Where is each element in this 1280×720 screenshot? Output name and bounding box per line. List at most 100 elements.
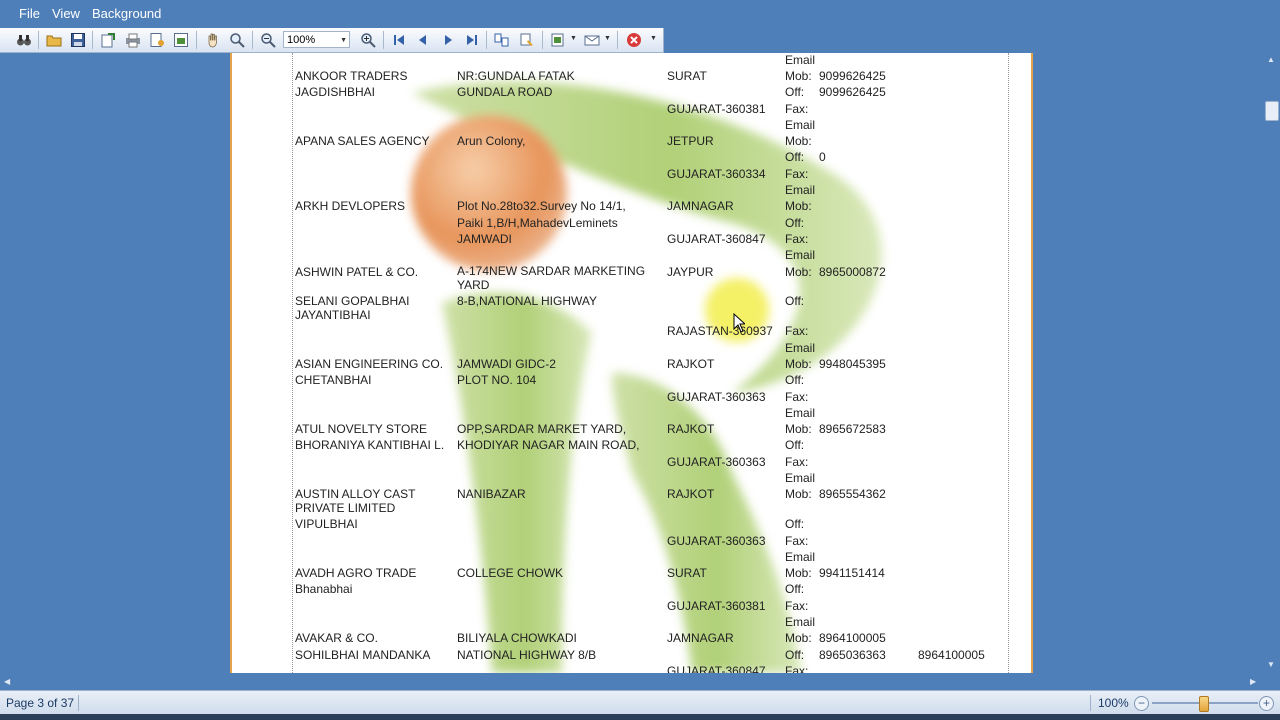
mob-value: 8965000872 <box>819 265 886 279</box>
vertical-scrollbar[interactable]: ▲ ▼ <box>1262 53 1280 673</box>
mob-label: Mob: <box>785 69 812 83</box>
record-name: ASHWIN PATEL & CO. <box>295 265 419 279</box>
record-contact: JAGDISHBHAI <box>295 85 376 99</box>
email-label: Email <box>785 615 816 629</box>
chevron-down-icon[interactable]: ▼ <box>650 35 657 42</box>
zoom-in-button[interactable]: + <box>1259 696 1274 711</box>
first-page-icon[interactable] <box>391 32 407 48</box>
scroll-left-icon[interactable]: ◀ <box>4 677 10 686</box>
export-document-icon[interactable] <box>550 32 566 48</box>
zoom-in-icon[interactable] <box>360 32 376 48</box>
menu-view[interactable]: View <box>52 6 80 21</box>
page-margin-right <box>1008 53 1009 673</box>
fax-label: Fax: <box>785 324 809 338</box>
off-label: Off: <box>785 150 805 164</box>
record-contact: SELANI GOPALBHAI <box>295 294 410 308</box>
record-state: GUJARAT-360847 <box>667 664 766 673</box>
record-name: AUSTIN ALLOY CAST <box>295 487 416 501</box>
record-name: AVAKAR & CO. <box>295 631 378 645</box>
last-page-icon[interactable] <box>464 32 480 48</box>
record-address: BILIYALA CHOWKADI <box>457 631 577 645</box>
record-state: GUJARAT-360381 <box>667 102 766 116</box>
horizontal-scrollbar[interactable]: ◀ ▶ <box>0 674 1262 690</box>
off-label: Off: <box>785 216 805 230</box>
record-name: ASIAN ENGINEERING CO. <box>295 357 444 371</box>
off-value: 8965036363 <box>819 648 886 662</box>
scroll-down-icon[interactable]: ▼ <box>1267 660 1275 669</box>
background-color-icon[interactable] <box>519 32 535 48</box>
open-icon[interactable] <box>46 32 62 48</box>
chevron-down-icon[interactable]: ▼ <box>570 35 577 42</box>
mob-label: Mob: <box>785 134 812 148</box>
off-label: Off: <box>785 373 805 387</box>
zoom-out-button[interactable]: − <box>1134 696 1149 711</box>
record-city: RAJKOT <box>667 487 715 501</box>
toolbar: 100% ▼ ▼ ▼ ▼ <box>0 28 664 53</box>
menu-background[interactable]: Background <box>92 6 161 21</box>
zoom-select-value: 100% <box>287 34 316 46</box>
next-page-icon[interactable] <box>440 32 456 48</box>
off-label: Off: <box>785 85 805 99</box>
record-contact: Bhanabhai <box>295 582 353 596</box>
record-state: GUJARAT-360847 <box>667 232 766 246</box>
email-label: Email <box>785 471 816 485</box>
record-contact: CHETANBHAI <box>295 373 372 387</box>
hand-icon[interactable] <box>205 32 221 48</box>
mob-label: Mob: <box>785 487 812 501</box>
document-page: Email ANKOOR TRADERS JAGDISHBHAI NR:GUND… <box>230 53 1033 673</box>
menu-file[interactable]: File <box>19 6 40 21</box>
mob-value: 9948045395 <box>819 357 886 371</box>
record-contact: SOHILBHAI MANDANKA <box>295 648 431 662</box>
scale-icon[interactable] <box>173 32 189 48</box>
email-label: Email <box>785 341 816 355</box>
record-contact: BHORANIYA KANTIBHAI L. <box>295 438 445 452</box>
scroll-right-icon[interactable]: ▶ <box>1250 677 1256 686</box>
fax-label: Fax: <box>785 455 809 469</box>
zoom-out-icon[interactable] <box>260 32 276 48</box>
multiple-pages-icon[interactable] <box>494 32 510 48</box>
record-state: GUJARAT-360363 <box>667 390 766 404</box>
magnifier-icon[interactable] <box>229 32 245 48</box>
mob-label: Mob: <box>785 631 812 645</box>
record-address-2: GUNDALA ROAD <box>457 85 553 99</box>
send-email-icon[interactable] <box>584 32 600 48</box>
mob-label: Mob: <box>785 566 812 580</box>
page-margin-left <box>292 53 293 673</box>
record-name: AVADH AGRO TRADE <box>295 566 417 580</box>
scroll-up-icon[interactable]: ▲ <box>1267 55 1275 64</box>
off-label: Off: <box>785 438 805 452</box>
zoom-slider-thumb[interactable] <box>1199 696 1209 712</box>
mob-value: 9099626425 <box>819 69 886 83</box>
save-icon[interactable] <box>70 32 86 48</box>
record-name-2: PRIVATE LIMITED <box>295 501 396 515</box>
record-address-2: NATIONAL HIGHWAY 8/B <box>457 648 597 662</box>
print-icon[interactable] <box>125 32 141 48</box>
record-city: SURAT <box>667 69 707 83</box>
record-state: GUJARAT-360334 <box>667 167 766 181</box>
record-city: JETPUR <box>667 134 714 148</box>
mob-label: Mob: <box>785 357 812 371</box>
close-preview-icon[interactable] <box>626 32 642 48</box>
email-label: Email <box>785 550 816 564</box>
record-address: A-174NEW SARDAR MARKETING <box>457 264 646 278</box>
email-label: Email <box>785 118 816 132</box>
record-address: OPP,SARDAR MARKET YARD, <box>457 422 627 436</box>
export-icon[interactable] <box>100 32 116 48</box>
record-address: Plot No.28to32.Survey No 14/1, <box>457 199 626 213</box>
divider <box>1090 695 1091 711</box>
email-label: Email <box>785 248 816 262</box>
off-label: Off: <box>785 517 805 531</box>
vertical-scroll-thumb[interactable] <box>1265 101 1279 121</box>
record-city: JAMNAGAR <box>667 631 734 645</box>
record-name: ATUL NOVELTY STORE <box>295 422 428 436</box>
record-city: RAJKOT <box>667 357 715 371</box>
binoculars-icon[interactable] <box>16 32 32 48</box>
extra-phone: 8964100005 <box>918 648 985 662</box>
record-address: NANIBAZAR <box>457 487 526 501</box>
record-address: NR:GUNDALA FATAK <box>457 69 575 83</box>
page-setup-icon[interactable] <box>149 32 165 48</box>
email-label: Email <box>785 53 816 67</box>
chevron-down-icon[interactable]: ▼ <box>604 35 611 42</box>
zoom-select[interactable]: 100% ▼ <box>283 31 350 48</box>
prev-page-icon[interactable] <box>415 32 431 48</box>
